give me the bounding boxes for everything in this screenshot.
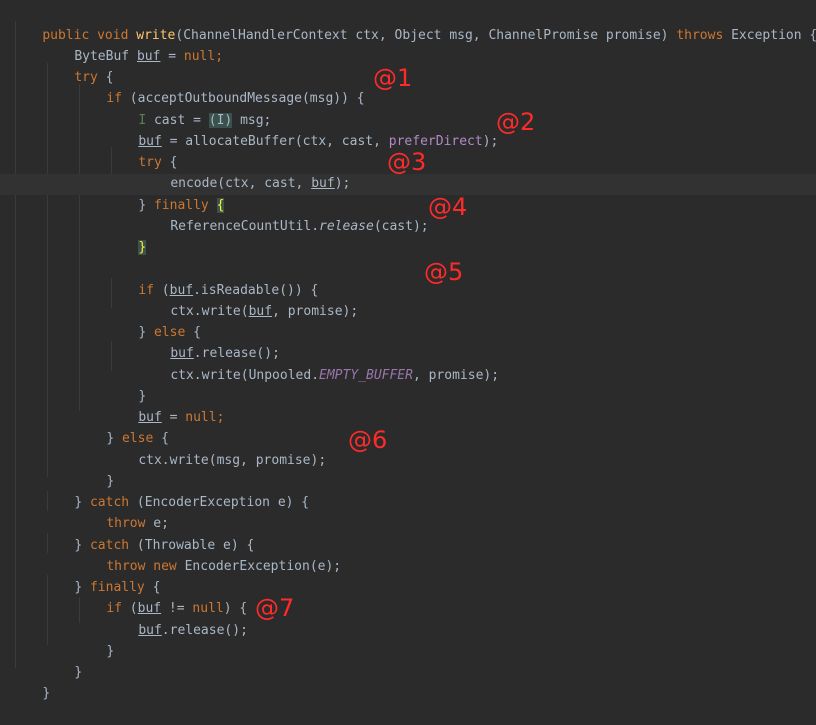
code-text: ); [334,176,351,191]
indent-guide [47,63,48,477]
keyword-null: null [185,410,217,425]
var-buf: buf [136,49,161,64]
code-line[interactable]: } [75,620,114,659]
brace: } [42,686,51,701]
code-line[interactable]: } [107,216,147,255]
code-text: ctx.write(msg, promise); [138,453,327,468]
exception-type: Exception { [731,28,816,43]
code-text: ); [482,134,499,149]
code-line[interactable]: } [75,450,114,489]
code-line[interactable]: if (acceptOutboundMessage(msg)) { [75,67,364,106]
annotation-4: @4 [428,193,468,221]
method-params: (ChannelHandlerContext ctx, Object msg, … [175,28,669,43]
keyword-throws: throws [676,28,724,43]
static-constant: EMPTY_BUFFER [319,368,413,383]
code-line[interactable]: } [11,662,50,701]
code-line[interactable]: } catch (Throwable e) { [43,514,254,553]
annotation-1: @1 [373,64,413,92]
code-line[interactable]: buf = null; [107,386,224,425]
code-text: (cast); [373,219,429,234]
code-line[interactable]: public void write(ChannelHandlerContext … [11,4,816,43]
semicolon: ; [216,410,225,425]
code-line[interactable]: ctx.write(buf, promise); [139,280,358,319]
code-text: = allocateBuffer(ctx, cast, [161,134,389,149]
code-line[interactable]: try { [43,46,113,85]
code-line[interactable]: } [43,641,82,680]
code-line[interactable]: } catch (EncoderException e) { [43,471,309,510]
indent-guide [15,21,16,668]
var-buf: buf [138,623,162,638]
code-line[interactable]: try { [107,131,177,170]
code-text: ctx.write(Unpooled. [170,368,320,383]
code-line[interactable]: buf.release(); [107,599,248,638]
code-line[interactable]: } else { [107,301,201,340]
static-method: release [319,219,374,234]
brace: } [74,665,83,680]
semicolon: ; [215,49,224,64]
code-text: , promise); [412,368,500,383]
code-text: EncoderException(e); [176,559,342,574]
matched-brace-close: } [138,240,147,255]
annotation-6: @6 [348,426,388,454]
code-line[interactable]: I cast = (I) msg; [107,89,271,128]
code-line[interactable]: } finally { [43,556,160,595]
code-line[interactable]: ctx.write(msg, promise); [107,429,326,468]
code-line[interactable]: ctx.write(Unpooled.EMPTY_BUFFER, promise… [139,344,499,383]
annotation-3: @3 [387,148,427,176]
var-buf: buf [248,304,273,319]
class-ref: ReferenceCountUtil. [170,219,320,234]
code-line[interactable]: buf.release(); [139,322,280,361]
code-line[interactable]: buf = allocateBuffer(ctx, cast, preferDi… [107,110,498,149]
annotation-2: @2 [496,108,536,136]
keyword-null: null [183,49,216,64]
code-text: .release(); [161,623,248,638]
assign-op: = [160,49,184,64]
code-editor[interactable]: public void write(ChannelHandlerContext … [0,0,816,701]
annotation-7: @7 [255,594,295,622]
indent-guide [79,84,80,411]
var-buf: buf [311,176,335,191]
code-line[interactable]: encode(ctx, cast, buf); [139,152,350,191]
annotation-5: @5 [424,258,464,286]
code-line[interactable]: throw new EncoderException(e); [75,535,341,574]
code-line[interactable]: ReferenceCountUtil.release(cast); [139,195,428,234]
field-preferdirect: preferDirect [388,134,483,149]
code-line[interactable]: } else { [75,407,169,446]
code-text: , promise); [272,304,359,319]
code-line[interactable]: ByteBuf buf = null; [43,25,223,64]
brace: } [106,644,115,659]
code-line[interactable]: if (buf != null) { [75,577,247,616]
code-line[interactable]: } [107,365,146,404]
code-line[interactable]: throw e; [75,492,169,531]
code-line[interactable]: if (buf.isReadable()) { [107,259,318,298]
code-line[interactable]: } finally { [107,174,225,213]
